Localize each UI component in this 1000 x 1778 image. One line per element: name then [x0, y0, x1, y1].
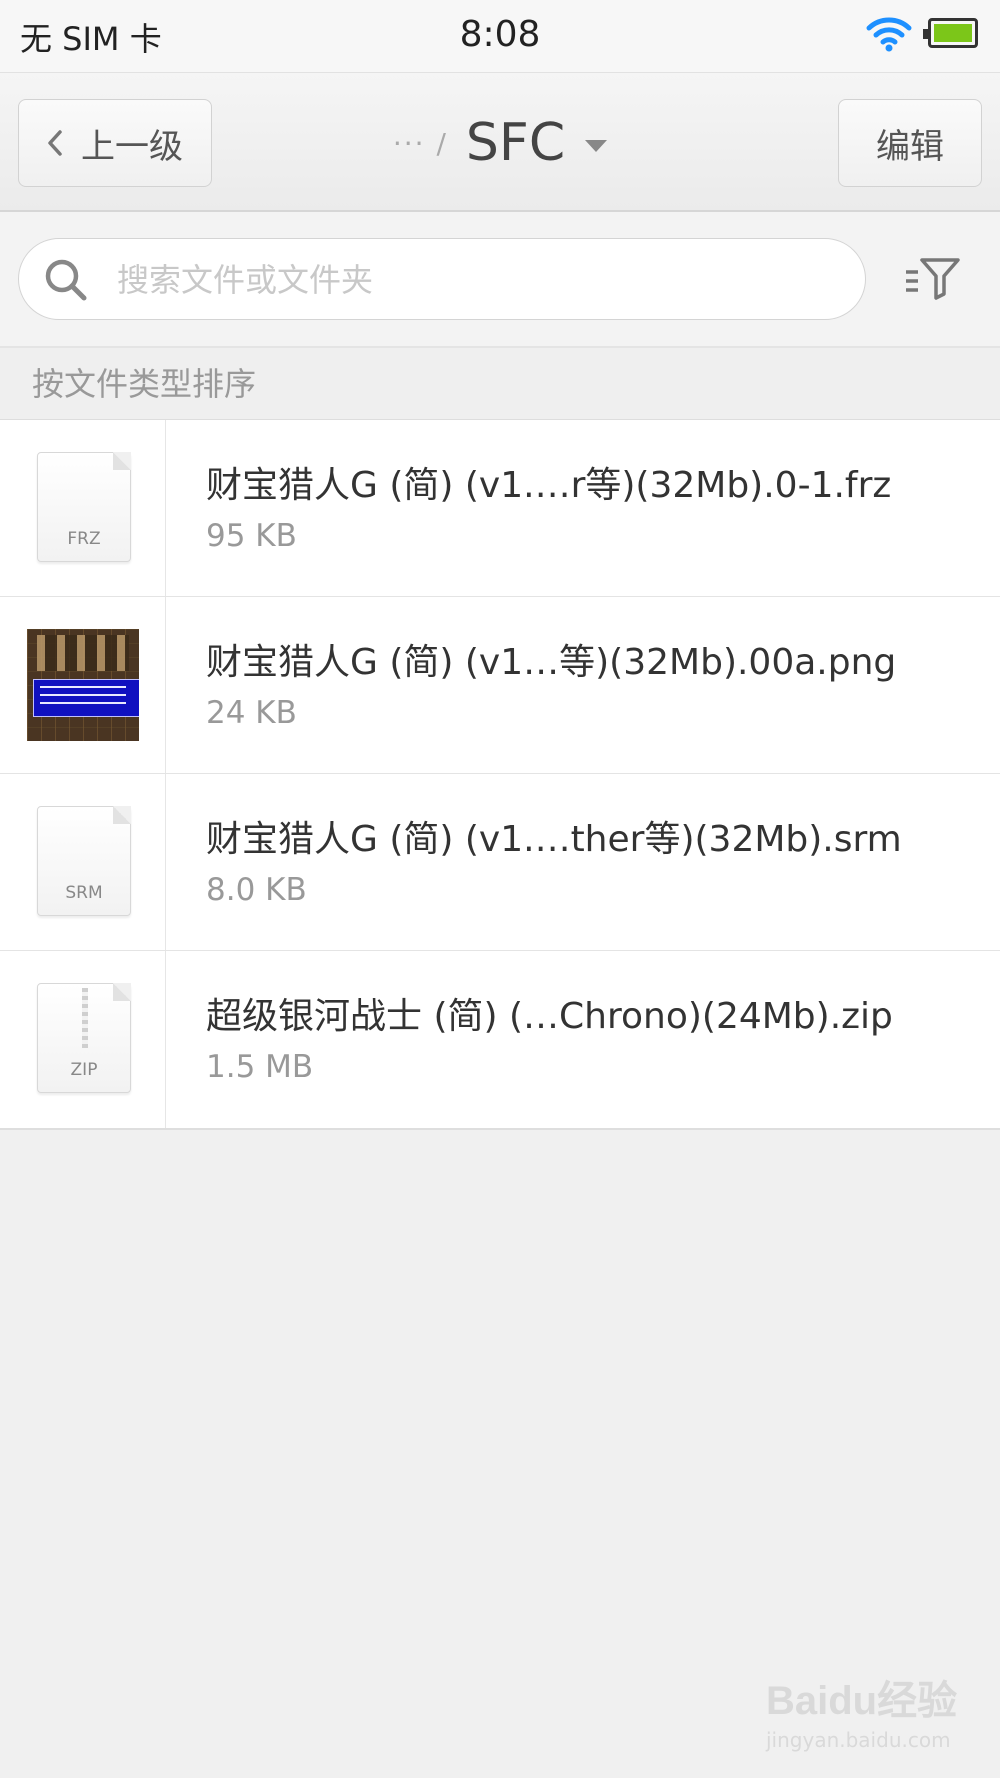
sort-label[interactable]: 按文件类型排序	[0, 348, 1000, 420]
breadcrumb[interactable]: ··· /	[393, 127, 448, 160]
edit-button[interactable]: 编辑	[838, 99, 982, 187]
nav-bar: ··· / SFC 上一级 编辑	[0, 72, 1000, 212]
chevron-left-icon	[48, 130, 62, 156]
zip-file-icon: ZIP	[37, 983, 131, 1093]
list-item[interactable]: SRM 财宝猎人G (简) (v1.…ther等)(32Mb).srm 8.0 …	[0, 774, 1000, 951]
search-box[interactable]	[18, 238, 866, 320]
edit-button-label: 编辑	[876, 126, 944, 167]
status-bar: 无 SIM 卡 8:08	[0, 0, 1000, 72]
file-name: 财宝猎人G (简) (v1.…r等)(32Mb).0-1.frz	[206, 465, 892, 506]
filter-icon[interactable]	[904, 256, 962, 300]
battery-icon	[923, 18, 978, 48]
file-size: 8.0 KB	[206, 872, 307, 908]
srm-file-icon: SRM	[37, 806, 131, 916]
file-name: 财宝猎人G (简) (v1.…ther等)(32Mb).srm	[206, 819, 902, 860]
list-item[interactable]: ZIP 超级银河战士 (简) (…Chrono)(24Mb).zip 1.5 M…	[0, 951, 1000, 1128]
dropdown-arrow-icon[interactable]	[585, 140, 608, 152]
back-button[interactable]: 上一级	[18, 99, 212, 187]
watermark: Baidu经验 jingyan.baidu.com	[766, 1668, 957, 1752]
frz-file-icon: FRZ	[37, 452, 131, 562]
back-button-label: 上一级	[81, 126, 183, 167]
wifi-icon	[866, 17, 912, 52]
image-thumbnail	[27, 629, 139, 741]
file-size: 95 KB	[206, 518, 297, 554]
icon-column: ZIP	[0, 951, 166, 1128]
file-size: 24 KB	[206, 695, 297, 731]
list-item[interactable]: 财宝猎人G (简) (v1…等)(32Mb).00a.png 24 KB	[0, 597, 1000, 774]
icon-column	[0, 597, 166, 773]
page-title[interactable]: SFC	[466, 113, 565, 173]
icon-column: FRZ	[0, 420, 166, 596]
file-ext-label: SRM	[65, 883, 103, 903]
file-name: 财宝猎人G (简) (v1…等)(32Mb).00a.png	[206, 642, 897, 683]
file-size: 1.5 MB	[206, 1049, 314, 1085]
file-list: FRZ 财宝猎人G (简) (v1.…r等)(32Mb).0-1.frz 95 …	[0, 420, 1000, 1130]
search-row	[0, 212, 1000, 348]
list-item[interactable]: FRZ 财宝猎人G (简) (v1.…r等)(32Mb).0-1.frz 95 …	[0, 420, 1000, 597]
file-ext-label: ZIP	[70, 1060, 98, 1080]
watermark-url: jingyan.baidu.com	[766, 1728, 951, 1752]
icon-column: SRM	[0, 774, 166, 950]
search-input[interactable]	[115, 239, 839, 320]
search-icon	[45, 259, 87, 301]
file-name: 超级银河战士 (简) (…Chrono)(24Mb).zip	[206, 996, 893, 1037]
file-ext-label: FRZ	[67, 529, 101, 549]
watermark-logo: Baidu经验	[766, 1679, 958, 1723]
clock: 8:08	[459, 14, 541, 55]
